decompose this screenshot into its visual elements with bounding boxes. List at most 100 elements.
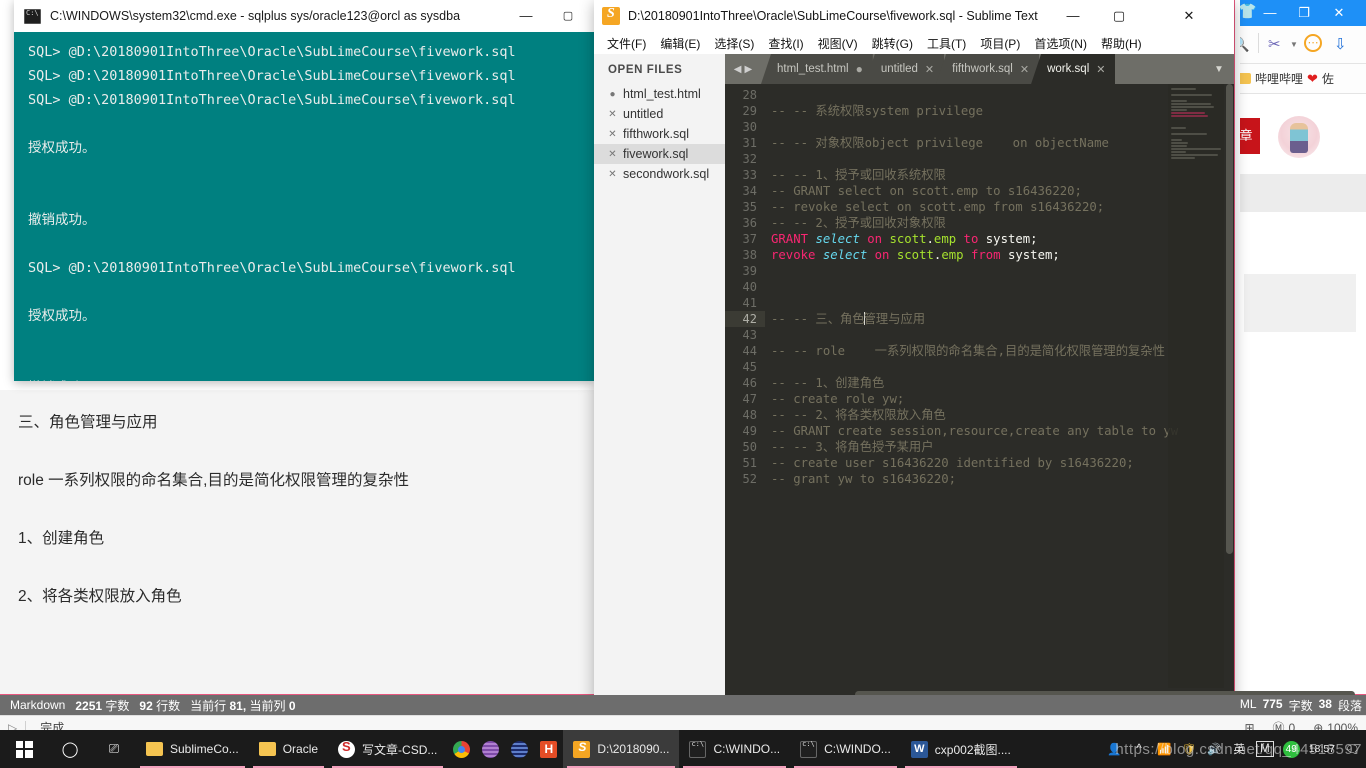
- code-line[interactable]: -- -- 1、创建角色: [765, 375, 1234, 391]
- code-content[interactable]: -- -- 系统权限system privilege -- -- 对象权限obj…: [765, 84, 1234, 688]
- cmd-maximize-button[interactable]: ▢: [546, 0, 590, 32]
- close-icon[interactable]: ✕: [608, 169, 617, 180]
- menu-item-tools[interactable]: 工具(T): [920, 35, 973, 52]
- ime-mode-icon[interactable]: M: [1256, 741, 1274, 757]
- code-line[interactable]: -- GRANT select on scott.emp to s1643622…: [765, 183, 1234, 199]
- taskbar-item[interactable]: [505, 730, 534, 768]
- ime-language-indicator[interactable]: 英: [1231, 730, 1247, 768]
- menu-item-project[interactable]: 项目(P): [973, 35, 1027, 52]
- sublime-titlebar[interactable]: D:\20180901IntoThree\Oracle\SubLimeCours…: [594, 0, 1234, 32]
- sublime-minimize-button[interactable]: —: [1050, 0, 1096, 32]
- code-line[interactable]: -- create user s16436220 identified by s…: [765, 455, 1234, 471]
- code-line[interactable]: -- -- 2、授予或回收对象权限: [765, 215, 1234, 231]
- clock[interactable]: 18:57: [1309, 743, 1335, 755]
- taskbar-item[interactable]: C:\WINDO...: [790, 730, 901, 768]
- sublime-text-window[interactable]: D:\20180901IntoThree\Oracle\SubLimeCours…: [594, 0, 1355, 726]
- tab-close-icon[interactable]: ✕: [1096, 63, 1105, 76]
- unsaved-dot-icon[interactable]: ●: [856, 62, 863, 76]
- sidebar-file-item[interactable]: ✕ fivework.sql: [594, 144, 725, 164]
- taskbar-item[interactable]: D:\2018090...: [563, 730, 680, 768]
- markdown-preview-pane[interactable]: 三、角色管理与应用 role 一系列权限的命名集合,目的是简化权限管理的复杂性 …: [0, 390, 596, 695]
- code-line[interactable]: [765, 295, 1234, 311]
- browser-skin-icon[interactable]: 👕: [1238, 3, 1257, 21]
- chevron-right-icon[interactable]: ▶: [745, 64, 753, 75]
- taskbar-item[interactable]: Oracle: [249, 730, 328, 768]
- background-browser-window[interactable]: 👕 — ❐ ✕ 🔍 ✂ ▼ ⋯ ⇩ 哔哩哔哩 ❤ 佐 章: [1232, 0, 1366, 700]
- close-icon[interactable]: ✕: [608, 149, 617, 160]
- start-button[interactable]: [0, 730, 48, 768]
- editor-tab[interactable]: work.sql ✕: [1031, 54, 1116, 84]
- code-line[interactable]: -- -- 1、授予或回收系统权限: [765, 167, 1234, 183]
- code-line[interactable]: [765, 279, 1234, 295]
- menu-item-help[interactable]: 帮助(H): [1094, 35, 1149, 52]
- people-icon[interactable]: 👤: [1106, 730, 1122, 768]
- code-line[interactable]: -- -- 系统权限system privilege: [765, 103, 1234, 119]
- taskbar-item[interactable]: H: [534, 730, 563, 768]
- code-line[interactable]: -- GRANT create session,resource,create …: [765, 423, 1234, 439]
- code-line[interactable]: [765, 263, 1234, 279]
- menu-item-selection[interactable]: 选择(S): [707, 35, 761, 52]
- menu-item-goto[interactable]: 跳转(G): [865, 35, 920, 52]
- tab-nav-arrows[interactable]: ◀ ▶: [725, 54, 761, 84]
- code-line[interactable]: [765, 87, 1234, 103]
- avatar[interactable]: [1278, 116, 1320, 158]
- code-line[interactable]: -- -- role 一系列权限的命名集合,目的是简化权限管理的复杂性: [765, 343, 1234, 359]
- browser-minimize-button[interactable]: —: [1260, 4, 1280, 22]
- code-line[interactable]: GRANT select on scott.emp to system;: [765, 231, 1234, 247]
- network-icon[interactable]: 📶: [1156, 730, 1172, 768]
- bookmark-label-2[interactable]: 佐: [1322, 70, 1334, 87]
- code-line[interactable]: -- create role yw;: [765, 391, 1234, 407]
- chevron-left-icon[interactable]: ◀: [734, 64, 742, 75]
- browser-maximize-button[interactable]: ❐: [1294, 4, 1314, 22]
- sublime-close-button[interactable]: ✕: [1166, 0, 1212, 32]
- close-icon[interactable]: ✕: [608, 129, 617, 140]
- more-options-icon[interactable]: ⋯: [1304, 34, 1322, 52]
- search-button[interactable]: ◯: [48, 730, 92, 768]
- code-line[interactable]: [765, 151, 1234, 167]
- minimap[interactable]: [1168, 84, 1224, 688]
- unsaved-dot-icon[interactable]: ●: [608, 89, 617, 100]
- code-line[interactable]: -- -- 2、将各类权限放入角色: [765, 407, 1234, 423]
- menu-item-view[interactable]: 视图(V): [811, 35, 865, 52]
- cmd-minimize-button[interactable]: —: [504, 0, 548, 32]
- chevron-up-icon[interactable]: ^: [1131, 730, 1147, 768]
- action-center-icon[interactable]: 🗨: [1344, 730, 1360, 768]
- cmd-titlebar[interactable]: C:\WINDOWS\system32\cmd.exe - sqlplus sy…: [14, 0, 594, 32]
- shield-icon[interactable]: 🛡: [1181, 730, 1197, 768]
- taskbar-item[interactable]: C:\WINDO...: [679, 730, 790, 768]
- sidebar-file-item[interactable]: ✕ untitled: [594, 104, 725, 124]
- tab-close-icon[interactable]: ✕: [1020, 63, 1029, 76]
- code-line[interactable]: [765, 359, 1234, 375]
- tab-overflow-menu-icon[interactable]: ▼: [1204, 54, 1234, 84]
- sidebar-file-item[interactable]: ✕ secondwork.sql: [594, 164, 725, 184]
- task-view-button[interactable]: ⎚: [92, 730, 136, 768]
- vertical-scrollbar[interactable]: [1225, 84, 1234, 688]
- taskbar-item[interactable]: Wcxp002截图....: [901, 730, 1021, 768]
- code-line[interactable]: -- -- 三、角色管理与应用: [765, 311, 1234, 327]
- menu-item-preferences[interactable]: 首选项(N): [1027, 35, 1094, 52]
- editor-tab[interactable]: fifthwork.sql ✕: [936, 54, 1040, 84]
- code-line[interactable]: revoke select on scott.emp from system;: [765, 247, 1234, 263]
- heart-icon[interactable]: ❤: [1307, 71, 1318, 87]
- scrollbar-thumb[interactable]: [1226, 84, 1233, 554]
- sublime-maximize-button[interactable]: ▢: [1096, 0, 1142, 32]
- close-icon[interactable]: ✕: [608, 109, 617, 120]
- scissors-icon[interactable]: ✂: [1268, 35, 1281, 53]
- code-line[interactable]: [765, 119, 1234, 135]
- code-line[interactable]: [765, 327, 1234, 343]
- volume-icon[interactable]: 🔊: [1206, 730, 1222, 768]
- sublime-edit-area[interactable]: 28 29 30 31 32 33 34 35 36 37 38 39 40 41 42 43 44 45 46 47…: [725, 84, 1234, 688]
- chevron-down-icon[interactable]: ▼: [1290, 40, 1298, 49]
- browser-close-button[interactable]: ✕: [1329, 4, 1349, 22]
- cmd-terminal-output[interactable]: SQL> @D:\20180901IntoThree\Oracle\SubLim…: [14, 32, 594, 381]
- taskbar-item[interactable]: [476, 730, 505, 768]
- tab-close-icon[interactable]: ✕: [925, 63, 934, 76]
- download-icon[interactable]: ⇩: [1334, 35, 1347, 53]
- editor-tab[interactable]: untitled ✕: [864, 54, 945, 84]
- taskbar-item[interactable]: 写文章-CSD...: [328, 730, 447, 768]
- menu-item-file[interactable]: 文件(F): [600, 35, 653, 52]
- cmd-window[interactable]: C:\WINDOWS\system32\cmd.exe - sqlplus sy…: [14, 0, 594, 381]
- taskbar-item[interactable]: [447, 730, 476, 768]
- bookmark-label[interactable]: 哔哩哔哩: [1255, 70, 1303, 87]
- sidebar-file-item[interactable]: ● html_test.html: [594, 84, 725, 104]
